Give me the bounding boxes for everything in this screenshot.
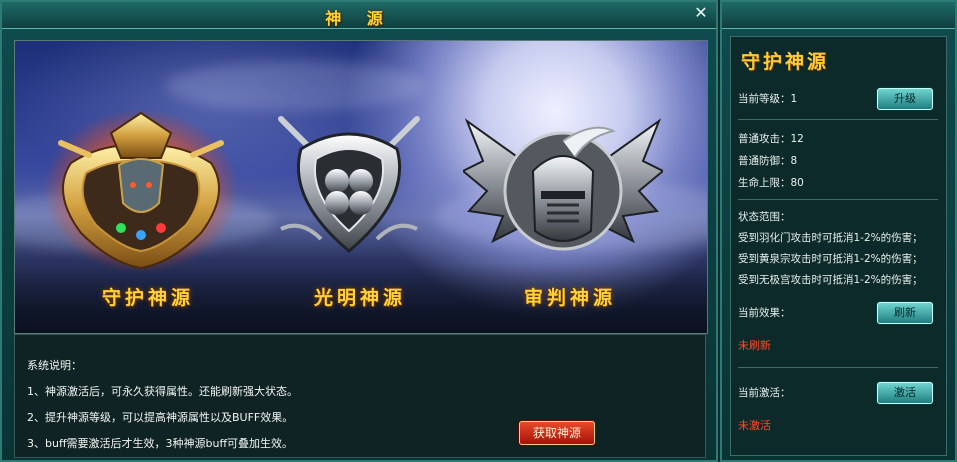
emblem-judgment[interactable] [461,101,665,271]
upgrade-button[interactable]: 升级 [877,88,933,110]
stat-row: 生命上限：80 [738,175,804,190]
level-label: 当前等级： [738,93,791,105]
emblem-scene: 守护神源 光明神源 审判神源 [14,40,708,334]
description-heading: 系统说明： [27,359,82,372]
stat-value: 80 [790,177,804,189]
side-titlebar [722,2,955,29]
stat-value: 8 [790,155,798,167]
get-source-button[interactable]: 获取神源 [519,421,595,445]
stat-label: 生命上限： [738,177,791,189]
emblem-label-guardian[interactable]: 守护神源 [73,283,223,310]
detail-side-panel: 守护神源 当前等级：1 升级 普通攻击：12 普通防御：8 生命上限：80 状态… [720,0,957,462]
effect-label: 当前效果： [738,307,791,319]
emblem-label-judgment[interactable]: 审判神源 [495,283,645,310]
status-line: 受到无极宫攻击时可抵消1-2%的伤害； [738,274,923,286]
description-line: 2、提升神源等级，可以提高神源属性以及BUFF效果。 [27,411,294,424]
shenyuan-window: 神 源 ✕ 守护神源 光明神源 审判神源 系统说明： 1、神源激活后，可永久获得… [0,0,718,462]
window-title: 神 源 [325,9,393,28]
divider [738,199,938,200]
activate-label: 当前激活： [738,387,791,399]
status-heading: 状态范围： [738,211,791,223]
emblem-guardian[interactable] [41,103,241,273]
level-row: 当前等级：1 [738,91,797,106]
stat-value: 12 [790,133,804,145]
close-button[interactable]: ✕ [692,4,710,22]
window-titlebar: 神 源 ✕ [2,2,716,29]
stat-row: 普通攻击：12 [738,131,804,146]
emblem-label-light[interactable]: 光明神源 [285,283,435,310]
effect-status: 未刷新 [738,339,771,352]
stat-label: 普通攻击： [738,133,791,145]
status-line: 受到黄泉宗攻击时可抵消1-2%的伤害； [738,253,923,265]
stat-label: 普通防御： [738,155,791,167]
guardian-emblem-icon [43,109,239,273]
activate-status: 未激活 [738,419,771,432]
activate-button[interactable]: 激活 [877,382,933,404]
refresh-button[interactable]: 刷新 [877,302,933,324]
divider [738,119,938,120]
description-line: 1、神源激活后，可永久获得属性。还能刷新强大状态。 [27,385,298,398]
level-value: 1 [790,93,798,105]
clover-shield-icon [278,116,420,253]
detail-content: 守护神源 当前等级：1 升级 普通攻击：12 普通防御：8 生命上限：80 状态… [730,36,947,456]
winged-helmet-icon [461,118,665,251]
divider [738,367,938,368]
stat-row: 普通防御：8 [738,153,797,168]
selected-emblem-title: 守护神源 [741,51,830,73]
system-description-panel: 系统说明： 1、神源激活后，可永久获得属性。还能刷新强大状态。 2、提升神源等级… [14,334,706,458]
emblem-light[interactable] [261,109,437,259]
description-line: 3、buff需要激活后才生效，3种神源buff可叠加生效。 [27,437,294,450]
status-line: 受到羽化门攻击时可抵消1-2%的伤害； [738,232,923,244]
